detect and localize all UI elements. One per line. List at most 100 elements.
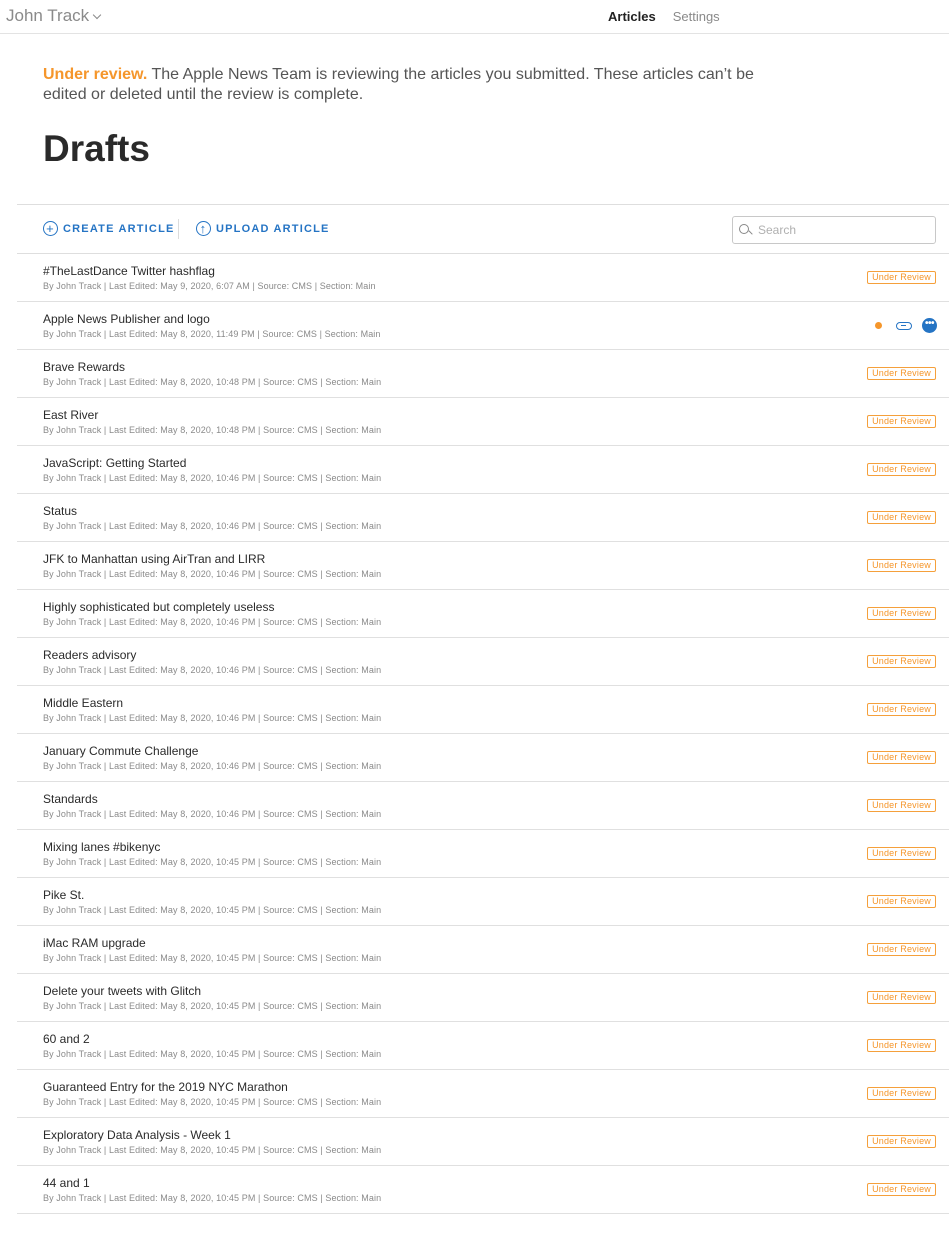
account-switcher[interactable]: John Track bbox=[6, 6, 102, 26]
top-bar: John Track Articles Settings bbox=[0, 0, 949, 34]
article-row[interactable]: Middle Eastern By John Track | Last Edite… bbox=[17, 686, 949, 734]
article-title[interactable]: Status bbox=[43, 504, 77, 518]
article-title[interactable]: January Commute Challenge bbox=[43, 744, 198, 758]
status-badge: Under Review bbox=[867, 1183, 936, 1196]
status-badge: Under Review bbox=[867, 607, 936, 620]
article-row[interactable]: Status By John Track | Last Edited: May 8… bbox=[17, 494, 949, 542]
article-row[interactable]: Exploratory Data Analysis - Week 1 By Joh… bbox=[17, 1118, 949, 1166]
toolbar-divider bbox=[178, 219, 179, 239]
article-meta: By John Track | Last Edited: May 8, 2020… bbox=[43, 953, 382, 963]
article-title[interactable]: Guaranteed Entry for the 2019 NYC Marath… bbox=[43, 1080, 288, 1094]
status-badge: Under Review bbox=[867, 991, 936, 1004]
article-title[interactable]: Readers advisory bbox=[43, 648, 136, 662]
more-options-icon[interactable]: ••• bbox=[922, 318, 937, 333]
article-row[interactable]: Standards By John Track | Last Edited: Ma… bbox=[17, 782, 949, 830]
status-badge: Under Review bbox=[867, 703, 936, 716]
status-badge: Under Review bbox=[867, 1135, 936, 1148]
article-row[interactable]: Guaranteed Entry for the 2019 NYC Marath… bbox=[17, 1070, 949, 1118]
status-badge: Under Review bbox=[867, 511, 936, 524]
status-badge: Under Review bbox=[867, 799, 936, 812]
article-title[interactable]: East River bbox=[43, 408, 98, 422]
upload-article-label: UPLOAD ARTICLE bbox=[216, 222, 330, 235]
article-meta: By John Track | Last Edited: May 8, 2020… bbox=[43, 569, 382, 579]
article-title[interactable]: Brave Rewards bbox=[43, 360, 125, 374]
article-title[interactable]: Exploratory Data Analysis - Week 1 bbox=[43, 1128, 231, 1142]
article-row[interactable]: iMac RAM upgrade By John Track | Last Edi… bbox=[17, 926, 949, 974]
article-title[interactable]: #TheLastDance Twitter hashflag bbox=[43, 264, 215, 278]
tab-settings[interactable]: Settings bbox=[673, 9, 720, 24]
search-input[interactable] bbox=[758, 223, 928, 237]
status-badge: Under Review bbox=[867, 463, 936, 476]
status-badge: Under Review bbox=[867, 271, 936, 284]
article-row[interactable]: East River By John Track | Last Edited: M… bbox=[17, 398, 949, 446]
article-meta: By John Track | Last Edited: May 8, 2020… bbox=[43, 329, 381, 339]
article-title[interactable]: JFK to Manhattan using AirTran and LIRR bbox=[43, 552, 265, 566]
article-row[interactable]: Mixing lanes #bikenyc By John Track | Las… bbox=[17, 830, 949, 878]
article-row[interactable]: Delete your tweets with Glitch By John Tr… bbox=[17, 974, 949, 1022]
article-title[interactable]: Mixing lanes #bikenyc bbox=[43, 840, 160, 854]
article-title[interactable]: Highly sophisticated but completely usel… bbox=[43, 600, 274, 614]
article-title[interactable]: JavaScript: Getting Started bbox=[43, 456, 186, 470]
status-badge: Under Review bbox=[867, 1087, 936, 1100]
article-row[interactable]: Brave Rewards By John Track | Last Edited… bbox=[17, 350, 949, 398]
create-article-label: CREATE ARTICLE bbox=[63, 222, 175, 235]
article-meta: By John Track | Last Edited: May 8, 2020… bbox=[43, 905, 382, 915]
article-row[interactable]: January Commute Challenge By John Track |… bbox=[17, 734, 949, 782]
article-actions: ••• bbox=[875, 318, 937, 333]
article-row[interactable]: JavaScript: Getting Started By John Track… bbox=[17, 446, 949, 494]
status-badge: Under Review bbox=[867, 847, 936, 860]
article-meta: By John Track | Last Edited: May 8, 2020… bbox=[43, 1049, 382, 1059]
article-row[interactable]: 44 and 1 By John Track | Last Edited: May… bbox=[17, 1166, 949, 1214]
account-name: John Track bbox=[6, 6, 90, 25]
article-meta: By John Track | Last Edited: May 8, 2020… bbox=[43, 1001, 382, 1011]
page-title: Drafts bbox=[43, 128, 150, 169]
article-title[interactable]: iMac RAM upgrade bbox=[43, 936, 146, 950]
article-title[interactable]: 60 and 2 bbox=[43, 1032, 90, 1046]
main-nav: Articles Settings bbox=[608, 9, 720, 24]
article-meta: By John Track | Last Edited: May 8, 2020… bbox=[43, 617, 382, 627]
plus-circle-icon: + bbox=[43, 221, 58, 236]
status-badge: Under Review bbox=[867, 415, 936, 428]
article-row[interactable]: 60 and 2 By John Track | Last Edited: May… bbox=[17, 1022, 949, 1070]
upload-arrow-icon: ↑ bbox=[196, 221, 211, 236]
review-notice-text: The Apple News Team is reviewing the art… bbox=[43, 66, 754, 103]
article-row[interactable]: Readers advisory By John Track | Last Edi… bbox=[17, 638, 949, 686]
status-dot-icon bbox=[875, 322, 882, 329]
article-row[interactable]: JFK to Manhattan using AirTran and LIRR B… bbox=[17, 542, 949, 590]
article-title[interactable]: Standards bbox=[43, 792, 98, 806]
article-row[interactable]: Apple News Publisher and logo By John Tra… bbox=[17, 302, 949, 350]
status-badge: Under Review bbox=[867, 943, 936, 956]
search-icon bbox=[739, 223, 752, 237]
status-badge: Under Review bbox=[867, 655, 936, 668]
status-badge: Under Review bbox=[867, 559, 936, 572]
article-meta: By John Track | Last Edited: May 8, 2020… bbox=[43, 521, 382, 531]
article-row[interactable]: Pike St. By John Track | Last Edited: May… bbox=[17, 878, 949, 926]
status-badge: Under Review bbox=[867, 751, 936, 764]
link-icon[interactable] bbox=[896, 321, 912, 330]
article-meta: By John Track | Last Edited: May 8, 2020… bbox=[43, 425, 382, 435]
article-meta: By John Track | Last Edited: May 8, 2020… bbox=[43, 713, 382, 723]
article-meta: By John Track | Last Edited: May 8, 2020… bbox=[43, 377, 382, 387]
article-meta: By John Track | Last Edited: May 8, 2020… bbox=[43, 857, 382, 867]
status-badge: Under Review bbox=[867, 1039, 936, 1052]
status-badge: Under Review bbox=[867, 367, 936, 380]
article-title[interactable]: Delete your tweets with Glitch bbox=[43, 984, 201, 998]
upload-article-button[interactable]: ↑ UPLOAD ARTICLE bbox=[196, 221, 330, 236]
article-row[interactable]: Highly sophisticated but completely usel… bbox=[17, 590, 949, 638]
review-notice-lead: Under review. bbox=[43, 66, 148, 83]
tab-articles[interactable]: Articles bbox=[608, 9, 656, 24]
article-title[interactable]: Apple News Publisher and logo bbox=[43, 312, 210, 326]
article-meta: By John Track | Last Edited: May 8, 2020… bbox=[43, 761, 382, 771]
status-badge: Under Review bbox=[867, 895, 936, 908]
article-meta: By John Track | Last Edited: May 8, 2020… bbox=[43, 1193, 382, 1203]
article-meta: By John Track | Last Edited: May 8, 2020… bbox=[43, 1097, 382, 1107]
review-notice: Under review. The Apple News Team is rev… bbox=[43, 65, 763, 105]
article-meta: By John Track | Last Edited: May 9, 2020… bbox=[43, 281, 376, 291]
article-title[interactable]: Pike St. bbox=[43, 888, 84, 902]
search-box[interactable] bbox=[732, 216, 936, 244]
article-title[interactable]: Middle Eastern bbox=[43, 696, 123, 710]
article-row[interactable]: #TheLastDance Twitter hashflag By John Tr… bbox=[17, 254, 949, 302]
toolbar: + CREATE ARTICLE ↑ UPLOAD ARTICLE bbox=[17, 204, 949, 254]
article-title[interactable]: 44 and 1 bbox=[43, 1176, 90, 1190]
create-article-button[interactable]: + CREATE ARTICLE bbox=[43, 221, 175, 236]
